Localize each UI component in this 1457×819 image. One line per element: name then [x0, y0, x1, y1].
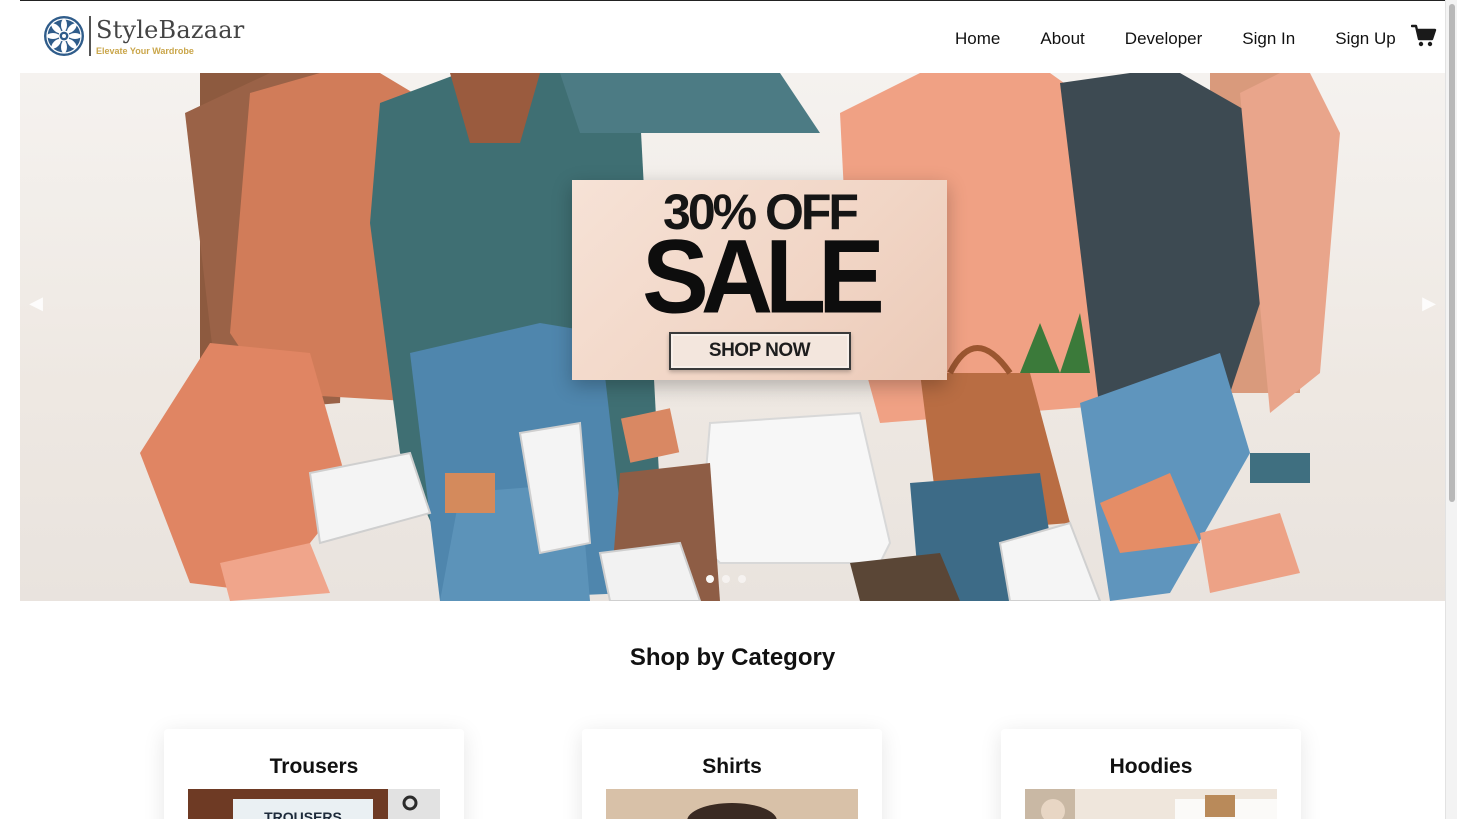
brand-logo[interactable]: StyleBazaar Elevate Your Wardrobe: [43, 15, 244, 57]
page-scrollbar[interactable]: [1445, 0, 1457, 819]
logo-divider: [89, 16, 91, 56]
nav-link-home[interactable]: Home: [955, 29, 1000, 49]
category-image-trousers: TROUSERS: [188, 789, 440, 819]
nav-link-sign-up[interactable]: Sign Up: [1335, 29, 1395, 49]
brand-tagline: Elevate Your Wardrobe: [96, 46, 194, 56]
category-card-hoodies[interactable]: Hoodies: [1001, 729, 1301, 819]
category-image-hoodies: [1025, 789, 1277, 819]
nav-link-about[interactable]: About: [1040, 29, 1084, 49]
category-card-shirts[interactable]: Shirts: [582, 729, 882, 819]
nav-link-sign-in[interactable]: Sign In: [1242, 29, 1295, 49]
promo-title: SALE: [642, 218, 885, 336]
hero-carousel[interactable]: 30% OFF SALE SHOP NOW ◀ ▶: [20, 73, 1445, 601]
category-card-title: Trousers: [269, 755, 359, 778]
category-card-trousers[interactable]: Trousers TROUSERS: [164, 729, 464, 819]
main-nav: Home About Developer Sign In Sign Up: [955, 24, 1437, 51]
carousel-dot[interactable]: [706, 575, 714, 583]
shopping-cart-icon[interactable]: [1410, 24, 1437, 48]
chevron-right-icon[interactable]: ▶: [1419, 293, 1439, 313]
chevron-left-icon[interactable]: ◀: [26, 293, 46, 313]
shop-now-button[interactable]: SHOP NOW: [668, 332, 851, 370]
promo-sale-card: 30% OFF SALE SHOP NOW: [572, 180, 947, 380]
mandala-logo-icon: [44, 16, 84, 56]
section-title-shop-by-category: Shop by Category: [629, 644, 836, 671]
category-card-title: Hoodies: [1109, 755, 1193, 778]
category-card-title: Shirts: [702, 755, 762, 778]
carousel-dot[interactable]: [722, 575, 730, 583]
scrollbar-thumb[interactable]: [1449, 4, 1455, 502]
site-header: StyleBazaar Elevate Your Wardrobe Home A…: [20, 1, 1445, 73]
carousel-indicators: [702, 575, 750, 583]
category-image-shirts: [606, 789, 858, 819]
trousers-image-label: TROUSERS: [264, 809, 342, 819]
nav-link-developer[interactable]: Developer: [1125, 29, 1203, 49]
carousel-dot[interactable]: [738, 575, 746, 583]
brand-name: StyleBazaar: [96, 16, 245, 44]
